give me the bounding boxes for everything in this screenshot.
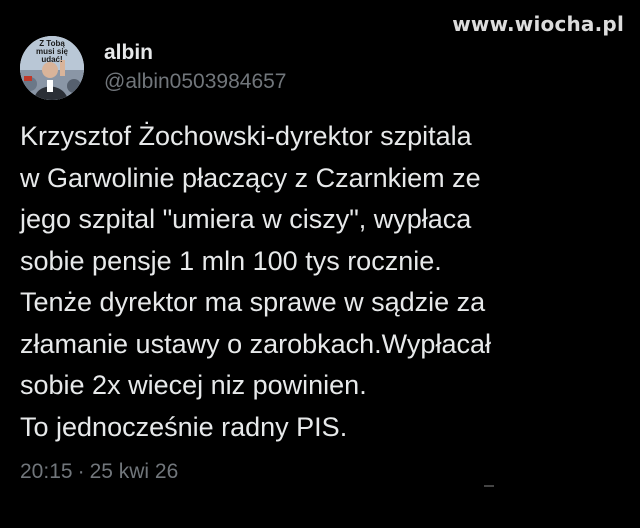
avatar[interactable]: Z Tobą musi się udać! <box>20 36 84 100</box>
user-block: albin @albin0503984657 <box>104 40 286 96</box>
tweet-timestamp[interactable]: 20:15 · 25 kwi 26 <box>20 458 178 486</box>
tweet-date: 25 kwi 26 <box>89 460 179 483</box>
author-display-name[interactable]: albin <box>104 40 286 66</box>
tweet-line: złamanie ustawy o zarobkach.Wypłacał <box>20 328 491 359</box>
tweet-line: Krzysztof Żochowski-dyrektor szpitala <box>20 121 472 151</box>
tweet-line: jego szpital "umiera w ciszy", wypłaca <box>20 204 472 234</box>
tweet-line: sobie 2x wiecej niz powinien. <box>20 370 367 400</box>
tweet-line: To jednocześnie radny PIS. <box>20 411 348 442</box>
author-handle[interactable]: @albin0503984657 <box>104 68 286 96</box>
tweet-time: 20:15 <box>20 460 73 483</box>
watermark: www.wiocha.pl <box>452 12 624 36</box>
avatar-caption: Z Tobą musi się udać! <box>35 39 68 64</box>
tweet-line: Tenże dyrektor ma sprawe w sądzie za <box>20 287 486 317</box>
tweet-line: w Garwolinie płaczący z Czarnkiem ze <box>20 162 481 193</box>
tweet-line: sobie pensje 1 mln 100 tys rocznie. <box>20 245 442 276</box>
meta-separator: · <box>77 460 85 483</box>
artifact-mark <box>484 485 494 487</box>
tweet-header: Z Tobą musi się udać! albin @albin050398… <box>20 36 286 100</box>
tweet-body: Krzysztof Żochowski-dyrektor szpitala w … <box>20 116 630 448</box>
